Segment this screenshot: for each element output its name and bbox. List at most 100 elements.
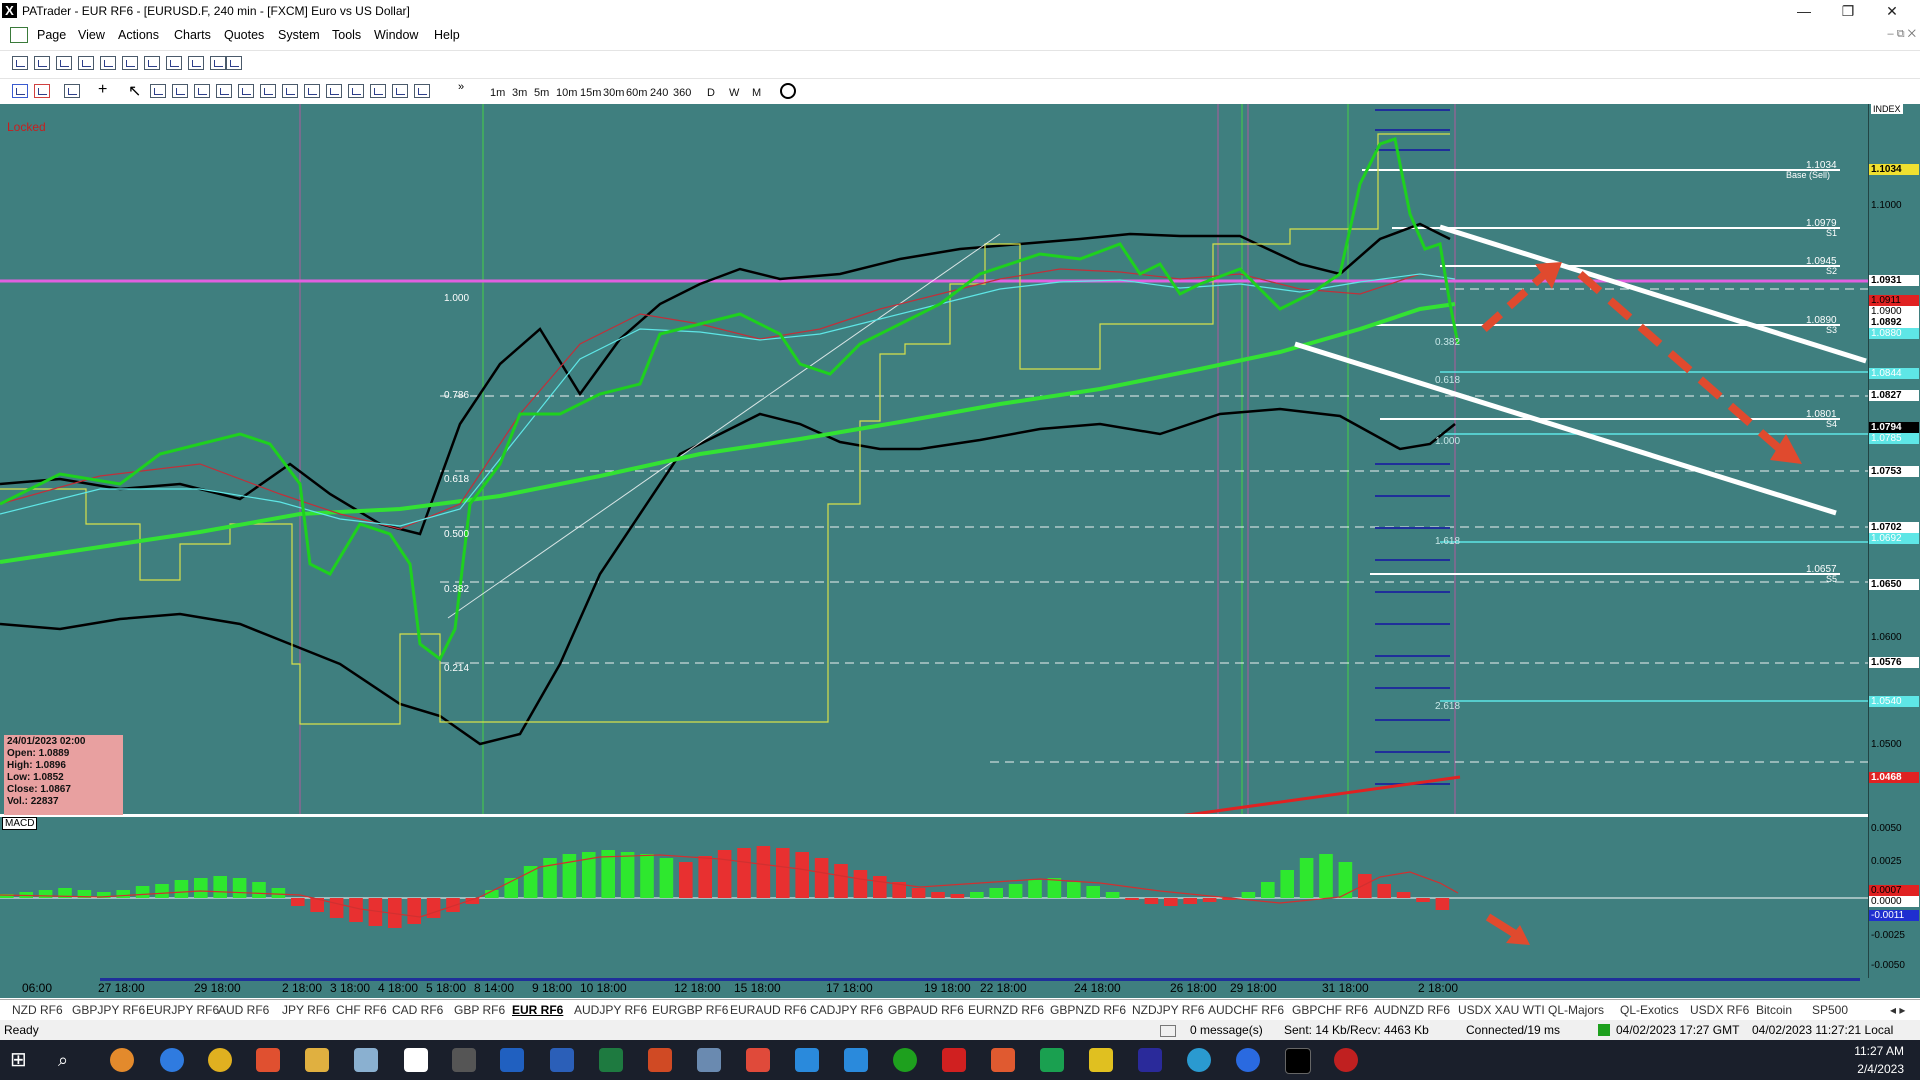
crosshair-sync-icon[interactable] bbox=[12, 84, 28, 98]
fibonacci-retracement-icon[interactable] bbox=[260, 84, 276, 98]
timeframe-5m[interactable]: 5m bbox=[534, 87, 549, 99]
menu-actions[interactable]: Actions bbox=[118, 28, 159, 42]
tab-bitcoin[interactable]: Bitcoin bbox=[1756, 1003, 1792, 1017]
tab-ql-exotics[interactable]: QL-Exotics bbox=[1620, 1003, 1679, 1017]
timeframe-1m[interactable]: 1m bbox=[490, 87, 505, 99]
crosshair-icon[interactable]: + bbox=[98, 81, 107, 99]
vertical-line-icon[interactable] bbox=[172, 84, 188, 98]
price-chart[interactable]: Locked 1.000 0.786 0.618 0.500 0.382 0.2… bbox=[0, 104, 1868, 814]
andrews-pitchfork-icon[interactable] bbox=[326, 84, 342, 98]
pointer-icon[interactable]: ↖ bbox=[128, 81, 141, 101]
tab-gbpaud[interactable]: GBPAUD RF6 bbox=[888, 1003, 964, 1017]
word-icon[interactable] bbox=[550, 1048, 574, 1072]
tab-ql-majors[interactable]: QL-Majors bbox=[1548, 1003, 1604, 1017]
tab-gbpchf[interactable]: GBPCHF RF6 bbox=[1292, 1003, 1368, 1017]
bar-chart-icon[interactable] bbox=[12, 56, 28, 70]
tab-gbpjpy[interactable]: GBPJPY RF6 bbox=[72, 1003, 145, 1017]
close-button[interactable]: ✕ bbox=[1870, 1, 1914, 21]
point-figure-icon[interactable] bbox=[122, 56, 138, 70]
app-icon-blue[interactable] bbox=[844, 1048, 868, 1072]
skype-icon[interactable] bbox=[795, 1048, 819, 1072]
windows-start-icon[interactable]: ⊞ bbox=[10, 1048, 34, 1072]
timeframe-360[interactable]: 360 bbox=[673, 87, 691, 99]
edge-icon[interactable] bbox=[160, 1048, 184, 1072]
tab-eurgbp[interactable]: EURGBP RF6 bbox=[652, 1003, 728, 1017]
tab-aud[interactable]: AUD RF6 bbox=[218, 1003, 269, 1017]
tab-nzd[interactable]: NZD RF6 bbox=[12, 1003, 63, 1017]
mdi-window-buttons[interactable]: – ⧉ ✕ bbox=[1888, 28, 1916, 41]
telegram-icon[interactable] bbox=[1187, 1048, 1211, 1072]
delete-drawings-icon[interactable] bbox=[414, 84, 430, 98]
candle-chart-icon[interactable] bbox=[34, 56, 50, 70]
menu-quotes[interactable]: Quotes bbox=[224, 28, 264, 42]
calculator-icon[interactable] bbox=[500, 1048, 524, 1072]
tab-audnzd[interactable]: AUDNZD RF6 bbox=[1374, 1003, 1450, 1017]
powerpoint-icon[interactable] bbox=[648, 1048, 672, 1072]
cycle-lines-icon[interactable] bbox=[348, 84, 364, 98]
message-icon[interactable] bbox=[1160, 1025, 1176, 1037]
macd-pane[interactable] bbox=[0, 817, 1868, 978]
timeframe-30m[interactable]: 30m bbox=[603, 87, 624, 99]
app-icon-s-red[interactable] bbox=[746, 1048, 770, 1072]
tab-usdx-xau-wti[interactable]: USDX XAU WTI bbox=[1458, 1003, 1545, 1017]
trendline-icon[interactable] bbox=[194, 84, 210, 98]
channel-icon[interactable] bbox=[216, 84, 232, 98]
histogram-chart-icon[interactable] bbox=[188, 56, 204, 70]
app-icon-gray[interactable] bbox=[452, 1048, 476, 1072]
tab-euraud[interactable]: EURAUD RF6 bbox=[730, 1003, 807, 1017]
gann-fan-icon[interactable] bbox=[304, 84, 320, 98]
ninjatrader-icon[interactable] bbox=[893, 1048, 917, 1072]
kagi-chart-icon[interactable] bbox=[166, 56, 182, 70]
tab-sp500[interactable]: SP500 bbox=[1812, 1003, 1848, 1017]
brave-icon[interactable] bbox=[256, 1048, 280, 1072]
tab-chf[interactable]: CHF RF6 bbox=[336, 1003, 387, 1017]
app-icon-c-green[interactable] bbox=[1040, 1048, 1064, 1072]
tradingview-icon[interactable] bbox=[1285, 1048, 1311, 1074]
app-icon-quote[interactable] bbox=[1138, 1048, 1162, 1072]
menu-page[interactable]: Page bbox=[37, 28, 66, 42]
app-icon-c-orange[interactable] bbox=[991, 1048, 1015, 1072]
more-tools-icon[interactable]: » bbox=[458, 81, 464, 93]
zoom-icon[interactable] bbox=[1236, 1048, 1260, 1072]
search-icon[interactable]: ⌕ bbox=[58, 1048, 82, 1072]
renko-chart-icon[interactable] bbox=[144, 56, 160, 70]
tab-jpy[interactable]: JPY RF6 bbox=[282, 1003, 330, 1017]
timeframe-240[interactable]: 240 bbox=[650, 87, 668, 99]
alert-icon[interactable] bbox=[34, 84, 50, 98]
excel-icon[interactable] bbox=[599, 1048, 623, 1072]
tab-gbp[interactable]: GBP RF6 bbox=[454, 1003, 505, 1017]
timeframe-weekly[interactable]: W bbox=[729, 87, 739, 99]
tab-usdx[interactable]: USDX RF6 bbox=[1690, 1003, 1749, 1017]
app-icon-red-circle[interactable] bbox=[1334, 1048, 1358, 1072]
menu-view[interactable]: View bbox=[78, 28, 105, 42]
timeframe-10m[interactable]: 10m bbox=[556, 87, 577, 99]
patrader-icon[interactable] bbox=[404, 1048, 428, 1072]
tab-audjpy[interactable]: AUDJPY RF6 bbox=[574, 1003, 647, 1017]
menu-tools[interactable]: Tools bbox=[332, 28, 361, 42]
tab-scroll-arrows[interactable]: ◂ ▸ bbox=[1890, 1003, 1905, 1017]
timeframe-daily[interactable]: D bbox=[707, 87, 715, 99]
line-chart-icon[interactable] bbox=[78, 56, 94, 70]
price-scale[interactable]: INDEX 1.1034 1.1000 1.0931 1.0911 1.0900… bbox=[1868, 104, 1920, 978]
page-icon[interactable] bbox=[10, 27, 28, 43]
fibonacci-fan-icon[interactable] bbox=[238, 84, 254, 98]
file-explorer-icon[interactable] bbox=[305, 1048, 329, 1072]
tab-eurnzd[interactable]: EURNZD RF6 bbox=[968, 1003, 1044, 1017]
fibonacci-extension-icon[interactable] bbox=[282, 84, 298, 98]
menu-window[interactable]: Window bbox=[374, 28, 418, 42]
area-chart-icon[interactable] bbox=[100, 56, 116, 70]
chrome-icon[interactable] bbox=[208, 1048, 232, 1072]
tab-nzdjpy[interactable]: NZDJPY RF6 bbox=[1132, 1003, 1204, 1017]
menu-help[interactable]: Help bbox=[434, 28, 460, 42]
time-axis[interactable]: 06:00 27 18:00 29 18:00 2 18:00 3 18:00 … bbox=[0, 978, 1920, 998]
indicator-list-icon[interactable] bbox=[226, 56, 242, 70]
app-icon-slate[interactable] bbox=[697, 1048, 721, 1072]
restore-button[interactable]: ❐ bbox=[1826, 1, 1870, 21]
sticky-notes-icon[interactable] bbox=[1089, 1048, 1113, 1072]
pivot-tool-icon[interactable] bbox=[392, 84, 408, 98]
tab-cad[interactable]: CAD RF6 bbox=[392, 1003, 443, 1017]
tab-gbpnzd[interactable]: GBPNZD RF6 bbox=[1050, 1003, 1126, 1017]
outlook-icon[interactable] bbox=[110, 1048, 134, 1072]
timeframe-15m[interactable]: 15m bbox=[580, 87, 601, 99]
tab-eur[interactable]: EUR RF6 bbox=[512, 1003, 563, 1017]
